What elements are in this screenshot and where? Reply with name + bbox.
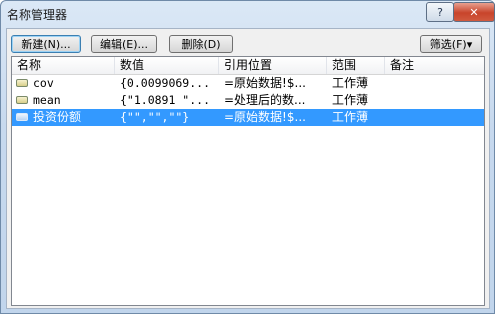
row-name: mean [33,93,61,107]
column-header-value[interactable]: 数值 [115,57,219,74]
table-row[interactable]: cov {0.0099069... =原始数据!$... 工作薄 [12,75,484,92]
row-scope: 工作薄 [332,93,369,107]
column-header-refers-to[interactable]: 引用位置 [219,57,327,74]
row-comment [390,92,484,109]
row-value: {"","",""} [120,110,190,124]
defined-name-icon [16,113,28,121]
filter-button[interactable]: 筛选(F)▾ [420,35,482,53]
table-row[interactable]: mean {"1.0891 "... =处理后的数... 工作薄 [12,92,484,109]
name-manager-dialog: 名称管理器 ? ✕ 新建(N)... 编辑(E)... 删除(D) 筛选(F)▾… [0,0,495,314]
title-bar[interactable]: 名称管理器 ? ✕ [1,1,495,27]
close-icon: ✕ [469,5,479,19]
edit-button[interactable]: 编辑(E)... [91,35,157,53]
help-button[interactable]: ? [426,2,454,22]
column-header-name[interactable]: 名称 [12,57,115,74]
list-header: 名称 数值 引用位置 范围 备注 [12,57,484,75]
table-row-selected[interactable]: 投资份额 {"","",""} =原始数据!$... 工作薄 [12,109,484,126]
names-list[interactable]: 名称 数值 引用位置 范围 备注 cov {0.0099069... =原始数据… [11,56,485,306]
delete-button[interactable]: 删除(D) [169,35,233,53]
defined-name-icon [16,79,28,87]
column-header-scope[interactable]: 范围 [327,57,385,74]
row-scope: 工作薄 [332,110,369,124]
defined-name-icon [16,96,28,104]
row-comment [390,75,484,92]
row-refers-to: =原始数据!$... [224,110,306,124]
row-refers-to: =处理后的数... [224,93,306,107]
row-value: {0.0099069... [120,76,211,90]
new-button[interactable]: 新建(N)... [11,35,81,53]
row-value: {"1.0891 "... [120,93,211,107]
row-name: 投资份额 [33,110,82,124]
row-scope: 工作薄 [332,76,369,90]
close-button[interactable]: ✕ [453,2,495,22]
row-name: cov [33,76,54,90]
row-refers-to: =原始数据!$... [224,76,306,90]
help-icon: ? [437,5,443,19]
dialog-body: 新建(N)... 编辑(E)... 删除(D) 筛选(F)▾ 名称 数值 引用位… [6,28,490,309]
dialog-title: 名称管理器 [7,8,68,22]
row-comment [390,109,484,126]
column-header-comment[interactable]: 备注 [385,57,484,74]
